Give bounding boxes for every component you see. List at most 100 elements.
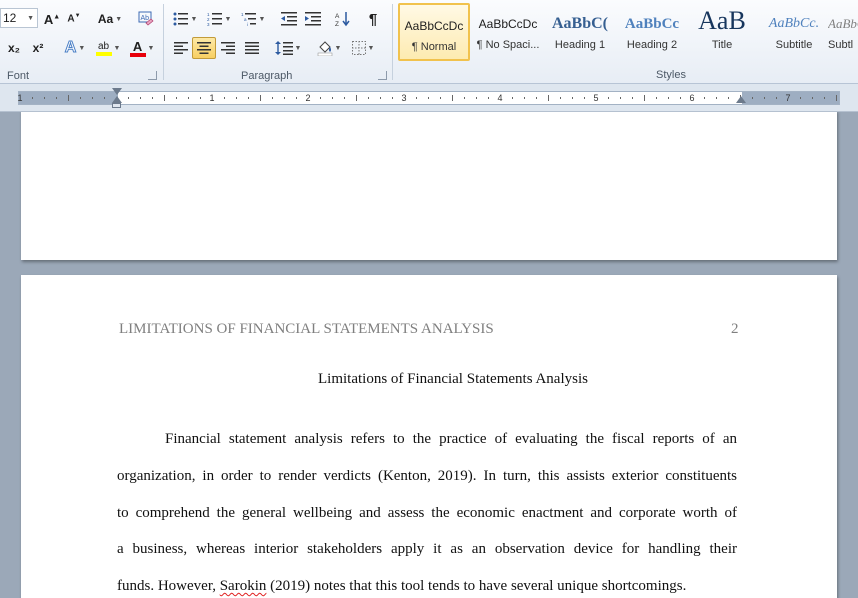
chevron-down-icon: ▼ <box>115 15 123 23</box>
ruler-tick <box>296 97 297 99</box>
sort-button[interactable]: A Z <box>332 8 354 30</box>
align-left-button[interactable] <box>170 37 192 59</box>
superscript-button[interactable]: x² <box>28 37 48 59</box>
group-divider <box>392 4 393 80</box>
multilevel-list-icon: 1 a i <box>241 12 256 26</box>
ruler-tick <box>668 97 669 99</box>
style-heading-1[interactable]: AaBbC( Heading 1 <box>544 3 616 61</box>
change-case-label: Aa <box>97 12 114 26</box>
body-paragraph[interactable]: Financial statement analysis refers to t… <box>117 421 737 598</box>
ruler-tick <box>452 95 453 101</box>
styles-group-label: Styles <box>656 69 686 81</box>
style-subtle-emphasis[interactable]: AaBbCcL Subtl <box>828 3 858 61</box>
chevron-down-icon: ▼ <box>294 44 302 52</box>
ruler-tick <box>536 97 537 99</box>
style-name: ¶ No Spaci... <box>476 39 540 51</box>
style-subtitle[interactable]: AaBbCc. Subtitle <box>758 3 830 61</box>
font-group: 12 ▼ A▲ A▼ Aa ▼ Ab x₂ x² A ▼ ab ▼ A ▼ Fo… <box>0 0 162 84</box>
ruler-tick <box>152 97 153 99</box>
multilevel-list-button[interactable]: 1 a i ▼ <box>238 8 268 30</box>
text-effects-button[interactable]: A ▼ <box>60 37 90 59</box>
ruler-tick <box>632 97 633 99</box>
ruler-tick <box>572 97 573 99</box>
ruler-tick <box>320 97 321 99</box>
first-line-indent-marker[interactable] <box>112 88 122 95</box>
numbering-button[interactable]: 1 2 3 ▼ <box>204 8 234 30</box>
show-hide-marks-button[interactable]: ¶ <box>362 8 384 30</box>
ruler-tick <box>512 97 513 99</box>
justify-button[interactable] <box>241 37 263 59</box>
svg-text:Ab: Ab <box>141 15 150 22</box>
subscript-icon: x₂ <box>7 41 20 55</box>
align-left-icon <box>174 42 188 54</box>
style-name: ¶ Normal <box>411 41 457 53</box>
ruler-tick <box>728 97 729 99</box>
shrink-font-button[interactable]: A▼ <box>64 8 84 30</box>
text-line: a business, whereas interior stakeholder… <box>117 541 737 558</box>
chevron-down-icon: ▼ <box>258 15 266 23</box>
ruler-bar: 1 1 2 3 4 5 6 7 <box>0 84 858 112</box>
page-2[interactable]: LIMITATIONS OF FINANCIAL STATEMENTS ANAL… <box>21 275 837 598</box>
numbered-list-icon: 1 2 3 <box>207 12 222 26</box>
bullets-button[interactable]: ▼ <box>170 8 200 30</box>
ruler-tick <box>380 97 381 99</box>
dialog-launcher-icon[interactable] <box>378 71 387 80</box>
highlight-button[interactable]: ab ▼ <box>92 37 124 59</box>
ruler-tick <box>680 97 681 99</box>
line-spacing-button[interactable]: ▼ <box>272 37 304 59</box>
ruler-tick <box>584 97 585 99</box>
svg-text:i: i <box>247 22 248 26</box>
document-area[interactable]: LIMITATIONS OF FINANCIAL STATEMENTS ANAL… <box>0 112 858 598</box>
horizontal-ruler[interactable]: 1 1 2 3 4 5 6 7 <box>17 91 840 105</box>
ruler-tick <box>368 97 369 99</box>
style-heading-2[interactable]: AaBbCc Heading 2 <box>616 3 688 61</box>
change-case-button[interactable]: Aa ▼ <box>94 8 126 30</box>
ruler-tick <box>548 95 549 101</box>
style-normal[interactable]: AaBbCcDc ¶ Normal <box>398 3 470 61</box>
grow-font-button[interactable]: A▲ <box>42 8 62 30</box>
ruler-tick <box>464 97 465 99</box>
ruler-tick <box>656 97 657 99</box>
style-title[interactable]: AaB Title <box>686 3 758 61</box>
subscript-button[interactable]: x₂ <box>4 37 24 59</box>
align-right-icon <box>221 42 235 54</box>
ruler-number: 4 <box>497 93 503 103</box>
ruler-tick <box>716 97 717 99</box>
highlight-label: ab <box>97 40 110 52</box>
left-indent-marker[interactable] <box>112 103 121 108</box>
decrease-indent-button[interactable] <box>278 8 300 30</box>
styles-gallery: AaBbCcDc ¶ Normal AaBbCcDc ¶ No Spaci...… <box>396 3 858 63</box>
shading-button[interactable]: ▼ <box>314 37 344 59</box>
borders-icon <box>351 41 366 55</box>
ribbon: 12 ▼ A▲ A▼ Aa ▼ Ab x₂ x² A ▼ ab ▼ A ▼ Fo… <box>0 0 858 84</box>
ruler-tick <box>164 95 165 101</box>
misspelled-word[interactable]: Sarokin <box>220 578 267 594</box>
font-color-icon: A <box>129 40 146 57</box>
page-1[interactable] <box>21 112 837 260</box>
borders-button[interactable]: ▼ <box>348 37 378 59</box>
align-center-button[interactable] <box>192 37 216 59</box>
align-right-button[interactable] <box>217 37 239 59</box>
style-no-spacing[interactable]: AaBbCcDc ¶ No Spaci... <box>472 3 544 61</box>
clear-formatting-button[interactable]: Ab <box>136 8 156 30</box>
text-line: to comprehend the general wellbeing and … <box>117 504 737 521</box>
dialog-launcher-icon[interactable] <box>148 71 157 80</box>
ruler-tick <box>488 97 489 99</box>
font-size-select[interactable]: 12 ▼ <box>0 8 38 28</box>
right-indent-marker[interactable] <box>736 96 746 103</box>
hanging-indent-marker[interactable] <box>112 96 122 103</box>
ruler-tick <box>284 97 285 99</box>
align-center-icon <box>197 42 211 54</box>
increase-indent-button[interactable] <box>302 8 324 30</box>
chevron-down-icon: ▼ <box>224 15 232 23</box>
paragraph-group-label: Paragraph <box>241 70 293 82</box>
ruler-tick <box>80 97 81 99</box>
font-color-button[interactable]: A ▼ <box>126 37 158 59</box>
sort-icon: A Z <box>335 12 350 27</box>
chevron-down-icon: ▼ <box>113 44 121 52</box>
text-line: Financial statement analysis refers to t… <box>165 431 737 447</box>
chevron-down-icon: ▼ <box>334 44 342 52</box>
ruler-tick <box>524 97 525 99</box>
style-preview: AaBbCc <box>624 16 680 32</box>
chevron-down-icon: ▼ <box>27 15 34 22</box>
